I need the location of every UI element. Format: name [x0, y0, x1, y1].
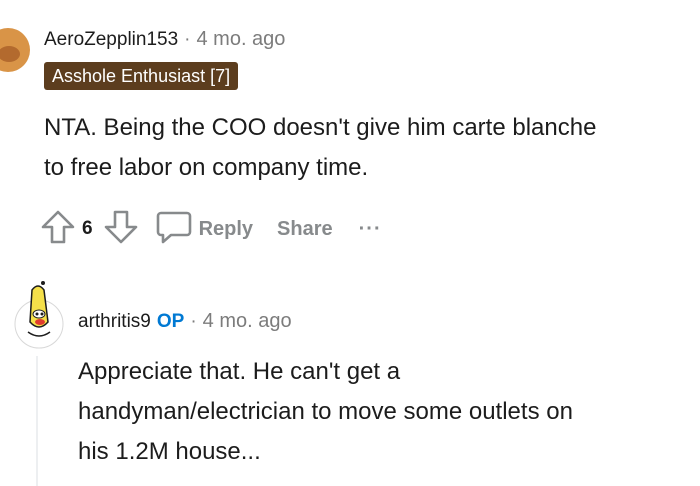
username[interactable]: arthritis9: [78, 311, 151, 333]
avatar[interactable]: [0, 28, 30, 72]
comment-actions: 6 Reply Share ···: [40, 210, 382, 248]
comment-body-line: handyman/electrician to move some outlet…: [78, 398, 573, 425]
share-button[interactable]: Share: [277, 218, 333, 241]
vote-count: 6: [82, 218, 93, 239]
comment-body-line: Appreciate that. He can't get a: [78, 358, 401, 385]
meta-separator: ·: [184, 29, 191, 50]
more-options-button[interactable]: ···: [359, 218, 382, 241]
reply-button[interactable]: Reply: [199, 218, 253, 241]
comment-body: Appreciate that. He can't get a handyman…: [78, 352, 573, 472]
meta-separator: ·: [190, 311, 197, 332]
timestamp[interactable]: 4 mo. ago: [203, 310, 292, 333]
comment-body-line: to free labor on company time.: [44, 154, 369, 181]
op-badge: OP: [156, 311, 185, 332]
user-flair: Asshole Enthusiast [7]: [44, 62, 239, 90]
timestamp[interactable]: 4 mo. ago: [196, 28, 285, 51]
comment-meta: arthritis9 OP · 4 mo. ago: [78, 310, 292, 333]
comment-meta: AeroZepplin153 · 4 mo. ago: [44, 28, 285, 51]
avatar[interactable]: [12, 280, 66, 350]
upvote-icon[interactable]: [40, 208, 76, 251]
comment-body-line: his 1.2M house...: [78, 438, 261, 465]
comment-body: NTA. Being the COO doesn't give him cart…: [44, 108, 596, 188]
comment-bubble-icon[interactable]: [155, 208, 193, 251]
thread-line[interactable]: [36, 356, 38, 486]
username[interactable]: AeroZepplin153: [44, 29, 178, 51]
comment-body-line: NTA. Being the COO doesn't give him cart…: [44, 114, 597, 141]
downvote-icon[interactable]: [103, 208, 139, 251]
